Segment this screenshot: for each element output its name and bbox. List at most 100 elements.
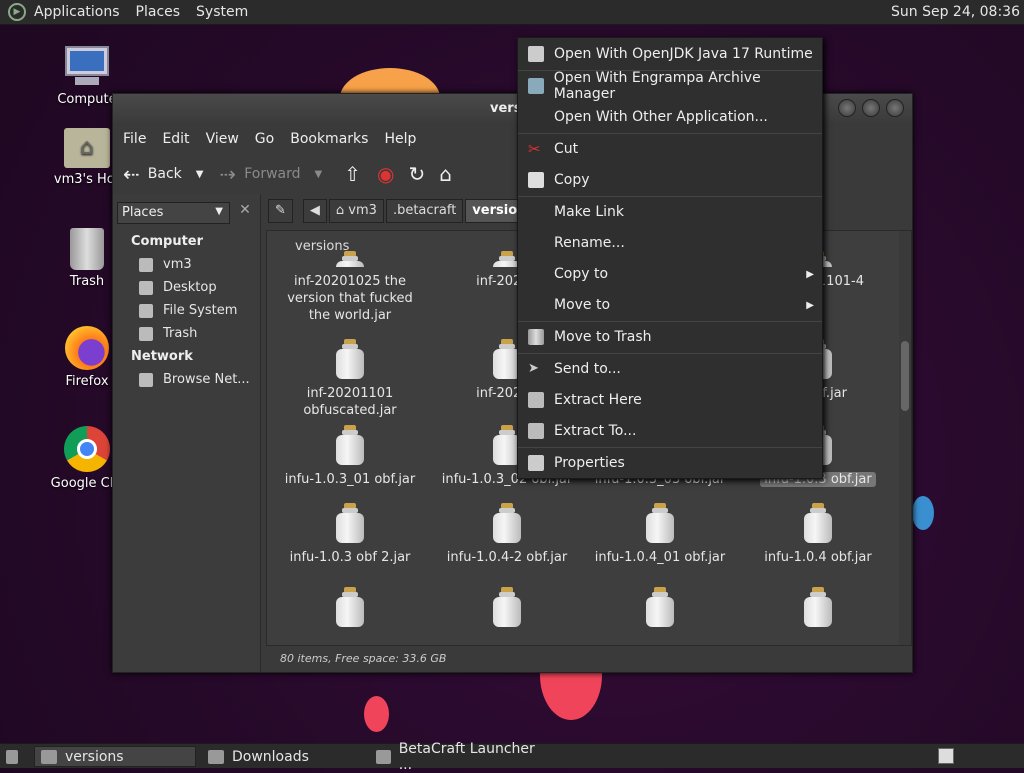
reload-button[interactable]: ↻ bbox=[408, 162, 433, 186]
menu-go[interactable]: Go bbox=[247, 131, 282, 147]
forward-button[interactable]: ⇢ Forward ▼ bbox=[219, 162, 322, 186]
applications-menu[interactable]: Applications bbox=[26, 4, 128, 20]
menu-item-copy-to[interactable]: Copy to ▶ bbox=[518, 260, 822, 288]
background-blob bbox=[912, 496, 934, 530]
file-item[interactable] bbox=[743, 587, 893, 633]
extract-icon bbox=[528, 423, 544, 439]
menu-item-make-link[interactable]: Make Link bbox=[518, 198, 822, 226]
file-item[interactable]: infu-1.0.3 obf 2.jar bbox=[275, 503, 425, 566]
betacraft-icon bbox=[376, 749, 391, 764]
back-dropdown-icon[interactable]: ▼ bbox=[196, 169, 204, 180]
path-bar: ✎ ◀ ⌂ vm3 .betacraft versions bbox=[268, 198, 543, 224]
chevron-down-icon: ▼ bbox=[215, 206, 223, 217]
menu-item-extract-to[interactable]: Extract To... bbox=[518, 417, 822, 445]
extract-icon bbox=[528, 392, 544, 408]
clock[interactable]: Sun Sep 24, 08:36 bbox=[891, 4, 1020, 20]
menu-bookmarks[interactable]: Bookmarks bbox=[282, 131, 376, 147]
file-item[interactable]: infu-1.0.4-2 obf.jar bbox=[432, 503, 582, 566]
close-button[interactable] bbox=[886, 99, 904, 117]
menu-item-cut[interactable]: ✂ Cut bbox=[518, 135, 822, 163]
menu-help[interactable]: Help bbox=[376, 131, 424, 147]
jar-file-icon bbox=[803, 503, 833, 543]
places-selector[interactable]: Places ▼ bbox=[117, 202, 230, 224]
task-betacraft[interactable]: BetaCraft Launcher ... bbox=[370, 741, 540, 773]
sidebar-item-vm3[interactable]: vm3 bbox=[139, 257, 192, 272]
bottom-panel: versions Downloads BetaCraft Launcher ..… bbox=[0, 741, 1024, 773]
file-name: infu-1.0.4-2 obf.jar bbox=[446, 550, 568, 565]
menu-view[interactable]: View bbox=[198, 131, 247, 147]
edit-location-button[interactable]: ✎ bbox=[268, 199, 293, 223]
task-versions[interactable]: versions bbox=[34, 746, 196, 767]
desktop-icon bbox=[139, 280, 153, 295]
task-downloads[interactable]: Downloads bbox=[202, 746, 364, 767]
stop-icon: ◉ bbox=[377, 162, 395, 186]
menu-item-open-java[interactable]: Open With OpenJDK Java 17 Runtime bbox=[518, 40, 822, 68]
scrollbar-thumb[interactable] bbox=[901, 341, 909, 411]
desktop-icon-label: vm3's Hor bbox=[53, 172, 121, 187]
menu-item-copy[interactable]: Copy bbox=[518, 166, 822, 194]
send-icon: ➤ bbox=[528, 361, 539, 376]
status-bar: 80 items, Free space: 33.6 GB bbox=[280, 652, 447, 665]
desktop-icon-label: Trash bbox=[69, 274, 105, 289]
reload-icon: ↻ bbox=[408, 162, 426, 186]
back-button[interactable]: ⇠ Back ▼ bbox=[123, 162, 203, 186]
close-sidebar-icon[interactable]: ✕ bbox=[234, 202, 256, 224]
jar-file-icon bbox=[645, 587, 675, 627]
path-scroll-left-button[interactable]: ◀ bbox=[302, 199, 327, 223]
jar-file-icon bbox=[335, 587, 365, 627]
file-name: inf-20201025 the version that fucked the… bbox=[287, 274, 413, 323]
jar-file-icon bbox=[492, 503, 522, 543]
home-button[interactable]: ⌂ bbox=[439, 162, 460, 186]
file-item[interactable] bbox=[432, 587, 582, 633]
menu-item-move-to[interactable]: Move to ▶ bbox=[518, 291, 822, 319]
file-item[interactable] bbox=[585, 587, 735, 633]
forward-dropdown-icon[interactable]: ▼ bbox=[315, 169, 323, 180]
menu-item-open-other[interactable]: Open With Other Application... bbox=[518, 103, 822, 131]
menu-separator bbox=[518, 447, 822, 448]
jar-file-icon bbox=[335, 503, 365, 543]
file-item[interactable]: infu-1.0.4 obf.jar bbox=[743, 503, 893, 566]
home-icon bbox=[139, 257, 153, 272]
distro-logo-icon[interactable]: ▶ bbox=[8, 3, 26, 21]
firefox-icon bbox=[65, 326, 109, 370]
show-desktop-button[interactable] bbox=[0, 746, 26, 767]
chevron-left-icon: ◀ bbox=[309, 203, 320, 218]
path-segment-vm3[interactable]: ⌂ vm3 bbox=[328, 199, 384, 223]
menu-item-extract-here[interactable]: Extract Here bbox=[518, 386, 822, 414]
trash-icon bbox=[139, 326, 153, 341]
file-item[interactable]: inf-20201025 the version that fucked the… bbox=[275, 251, 425, 324]
context-menu: Open With OpenJDK Java 17 Runtime Open W… bbox=[517, 37, 823, 479]
menu-item-properties[interactable]: Properties bbox=[518, 449, 822, 477]
system-menu[interactable]: System bbox=[188, 4, 256, 20]
stop-button[interactable]: ◉ bbox=[377, 162, 402, 186]
forward-arrow-icon: ⇢ bbox=[219, 162, 237, 186]
home-folder-icon: ⌂ bbox=[64, 128, 110, 168]
menu-item-send-to[interactable]: ➤ Send to... bbox=[518, 355, 822, 383]
file-item[interactable] bbox=[275, 587, 425, 633]
computer-icon bbox=[63, 46, 111, 88]
file-item[interactable]: infu-1.0.3_01 obf.jar bbox=[275, 425, 425, 488]
menu-item-open-engrampa[interactable]: Open With Engrampa Archive Manager bbox=[518, 70, 822, 102]
maximize-button[interactable] bbox=[862, 99, 880, 117]
desktop-icon bbox=[6, 749, 18, 764]
menu-file[interactable]: File bbox=[115, 131, 154, 147]
up-arrow-icon: ⇧ bbox=[344, 162, 362, 186]
sidebar-item-trash[interactable]: Trash bbox=[139, 326, 197, 341]
menu-item-rename[interactable]: Rename... bbox=[518, 229, 822, 257]
places-menu[interactable]: Places bbox=[128, 4, 189, 20]
up-button[interactable]: ⇧ bbox=[344, 162, 369, 186]
sidebar-item-browse-network[interactable]: Browse Net... bbox=[139, 372, 250, 387]
home-icon: ⌂ bbox=[439, 162, 452, 186]
file-item[interactable]: inf-20201101 obfuscated.jar bbox=[275, 339, 425, 419]
sidebar-item-file-system[interactable]: File System bbox=[139, 303, 237, 318]
menu-edit[interactable]: Edit bbox=[154, 131, 197, 147]
chrome-icon bbox=[64, 426, 110, 472]
file-item[interactable]: infu-1.0.4_01 obf.jar bbox=[585, 503, 735, 566]
background-blob bbox=[364, 696, 389, 732]
sidebar-item-desktop[interactable]: Desktop bbox=[139, 280, 217, 295]
path-segment-betacraft[interactable]: .betacraft bbox=[385, 199, 464, 223]
minimize-button[interactable] bbox=[838, 99, 856, 117]
workspace-switcher[interactable] bbox=[938, 748, 954, 764]
menu-item-move-to-trash[interactable]: Move to Trash bbox=[518, 323, 822, 351]
vertical-scrollbar[interactable] bbox=[899, 231, 911, 645]
